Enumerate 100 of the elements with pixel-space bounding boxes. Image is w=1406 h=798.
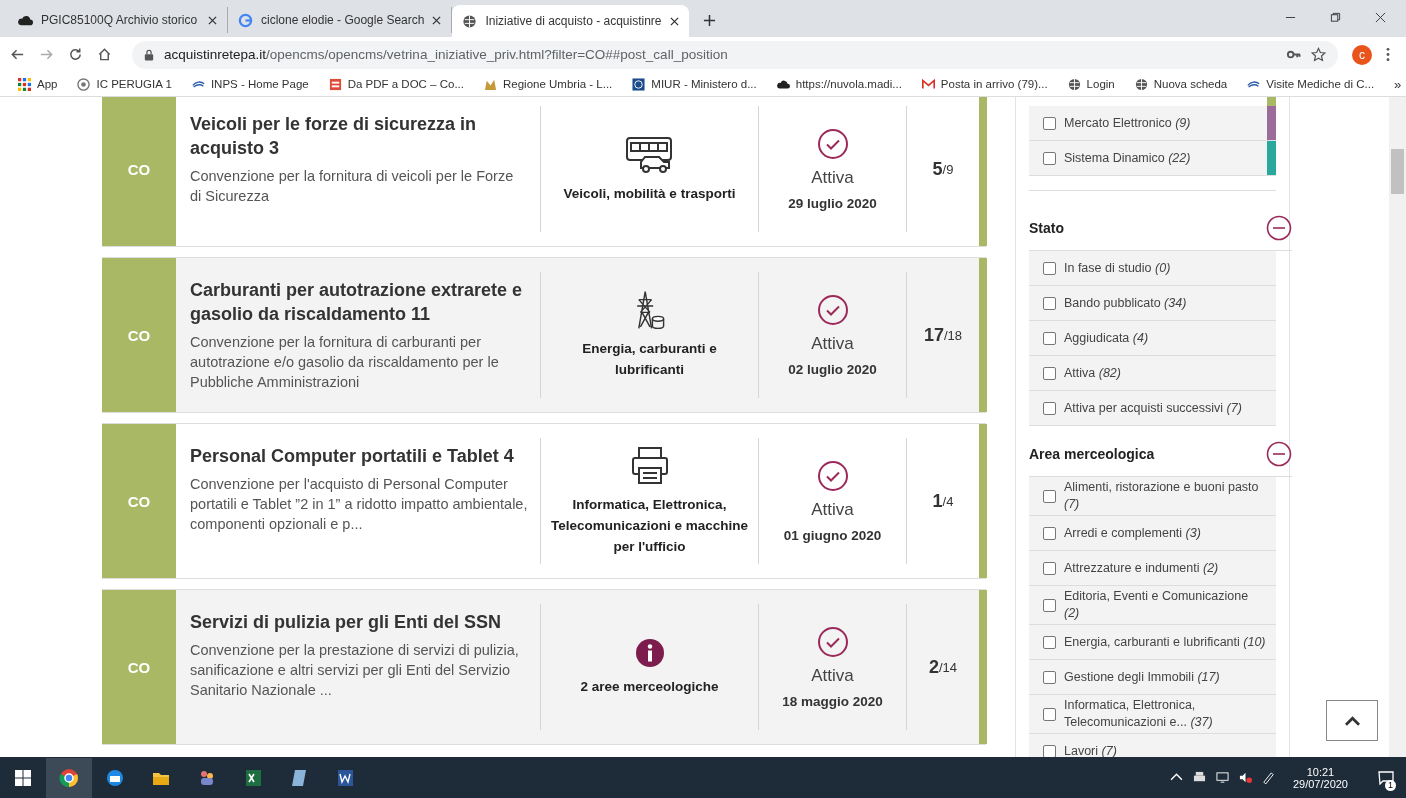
- type-badge: CO: [102, 424, 176, 578]
- globe-icon: [462, 13, 478, 29]
- bookmark-link[interactable]: https://nuvola.madi...: [776, 77, 902, 91]
- menu-icon[interactable]: [1386, 47, 1390, 62]
- close-icon[interactable]: [432, 15, 442, 25]
- filter-option[interactable]: Gestione degli Immobili (17): [1029, 660, 1276, 695]
- filter-option[interactable]: Informatica, Elettronica, Telecomunicazioni e... (37): [1029, 695, 1276, 734]
- collapse-icon[interactable]: [1266, 214, 1292, 241]
- filter-option[interactable]: Energia, carburanti e lubrificanti (10): [1029, 625, 1276, 660]
- initiative-card[interactable]: [102, 423, 986, 579]
- check-circle-icon: [816, 625, 849, 658]
- filter-option[interactable]: Mercato Elettronico (9): [1029, 106, 1276, 141]
- document-icon: [328, 77, 342, 91]
- initiative-description: Convenzione per la fornitura di carburanti per autotrazione e/o gasolio da riscaldamento per le Pubbliche Amministrazioni: [190, 333, 500, 392]
- filter-option[interactable]: Attiva (82): [1029, 356, 1276, 391]
- category-label: Energia, carburanti e lubrificanti: [581, 340, 718, 379]
- back-arrow-icon[interactable]: [10, 47, 25, 62]
- restore-icon[interactable]: [1330, 12, 1341, 23]
- filter-option[interactable]: Attrezzature e indumenti (2): [1029, 551, 1276, 586]
- more-bookmarks-button[interactable]: »: [1394, 76, 1402, 92]
- bookmark-link[interactable]: App: [18, 77, 58, 91]
- bookmark-link[interactable]: IC PERUGIA 1: [77, 77, 172, 91]
- initiative-card[interactable]: CO Veicoli per le forze di sicurezza in acquisto 3 Convenzione per la fornitura di veicoli per le Forze di Sicurezza Veicoli, mobilità e trasporti Attiva 29 luglio 2020 5/9: [102, 97, 986, 247]
- bookmark-link[interactable]: Posta in arrivo (79)...: [921, 77, 1048, 91]
- bookmark-link[interactable]: MIUR - Ministero d...: [632, 77, 757, 91]
- clock-date[interactable]: 29/07/2020: [1292, 777, 1348, 790]
- back-to-top-button[interactable]: [1326, 700, 1378, 741]
- clock-time[interactable]: 10:21: [1306, 765, 1335, 778]
- date-label: 29 luglio 2020: [788, 195, 877, 211]
- bookmark-link[interactable]: Login: [1067, 77, 1115, 91]
- checkbox[interactable]: [1043, 261, 1056, 275]
- new-tab-icon[interactable]: [702, 14, 716, 27]
- checkbox[interactable]: [1043, 526, 1056, 540]
- star-icon[interactable]: [1311, 47, 1326, 62]
- speaker-muted-icon[interactable]: [1238, 771, 1252, 784]
- bookmark-link[interactable]: Da PDF a DOC – Co...: [328, 77, 464, 91]
- checkbox[interactable]: [1043, 151, 1056, 165]
- initiative-title[interactable]: Personal Computer portatili e Tablet 4: [190, 444, 528, 468]
- checkbox[interactable]: [1043, 296, 1056, 310]
- notification-count: 1: [1385, 779, 1396, 791]
- reload-icon[interactable]: [68, 47, 83, 62]
- filter-option[interactable]: Attiva per acquisti successivi (7): [1029, 391, 1276, 426]
- close-icon[interactable]: [208, 15, 217, 25]
- collapse-icon[interactable]: [1266, 440, 1292, 467]
- type-badge: CO: [102, 97, 176, 246]
- checkbox[interactable]: [1043, 116, 1056, 130]
- browser-icon[interactable]: [46, 757, 92, 798]
- initiative-description: Convenzione per la fornitura di veicoli per le Forze di Sicurezza: [190, 167, 515, 206]
- filter-group-title: Stato: [1029, 219, 1064, 236]
- browser-tab[interactable]: Iniziative di acquisto - acquistinre: [452, 5, 689, 37]
- close-icon[interactable]: [1375, 12, 1386, 23]
- filter-option[interactable]: Bando pubblicato (34): [1029, 286, 1276, 321]
- globe-icon: [1134, 77, 1148, 91]
- pen-icon[interactable]: [1261, 771, 1275, 784]
- bookmark-link[interactable]: INPS - Home Page: [191, 77, 309, 91]
- filter-option[interactable]: Lavori (7): [1029, 734, 1276, 757]
- filter-option[interactable]: In fase di studio (0): [1029, 251, 1276, 286]
- initiative-title[interactable]: Servizi di pulizia per gli Enti del SSN: [190, 610, 528, 634]
- bookmark-link[interactable]: Nuova scheda: [1134, 77, 1228, 91]
- type-badge: CO: [102, 258, 176, 412]
- check-circle-icon: [816, 459, 849, 492]
- status-label: Attiva: [811, 167, 854, 188]
- category-label: Veicoli, mobilità e trasporti: [563, 184, 736, 203]
- browser-tab[interactable]: PGIC85100Q Archivio storico: [8, 7, 228, 33]
- bookmark-link[interactable]: Regione Umbria - L...: [484, 77, 613, 91]
- close-icon[interactable]: [669, 16, 679, 26]
- filter-option[interactable]: Editoria, Eventi e Comunicazione (2): [1029, 586, 1276, 625]
- initiative-title[interactable]: Veicoli per le forze di sicurezza in acquisto 3: [190, 112, 528, 160]
- checkbox[interactable]: [1043, 635, 1056, 649]
- initiative-card[interactable]: [102, 589, 986, 745]
- status-label: Attiva: [811, 333, 854, 354]
- seal-icon: [77, 77, 91, 91]
- checkbox[interactable]: [1043, 707, 1056, 721]
- checkbox[interactable]: [1043, 744, 1056, 757]
- initiative-title[interactable]: Carburanti per autotrazione extrarete e gasolio da riscaldamento 11: [190, 278, 528, 326]
- checkbox[interactable]: [1043, 366, 1056, 380]
- profile-avatar[interactable]: c: [1352, 44, 1372, 65]
- checkbox[interactable]: [1043, 561, 1056, 575]
- filter-option[interactable]: Arredi e complementi (3): [1029, 516, 1276, 551]
- date-label: 18 maggio 2020: [782, 693, 883, 709]
- category-label: Informatica, Elettronica, Telecomunicazioni e macchine per l'ufficio: [549, 495, 750, 556]
- globe-icon: [1067, 77, 1081, 91]
- network-icon[interactable]: [1215, 771, 1229, 784]
- checkbox[interactable]: [1043, 489, 1056, 503]
- printer-icon[interactable]: [1192, 771, 1206, 784]
- filter-option[interactable]: Aggiudicata (4): [1029, 321, 1276, 356]
- bookmark-link[interactable]: Visite Mediche di C...: [1247, 77, 1375, 91]
- initiative-description: Convenzione per la prestazione di servizi di pulizia, sanificazione e altri servizi per gli Enti del Servizio Sanitario Nazionale ...: [190, 641, 520, 700]
- mail-icon: [921, 77, 935, 91]
- filter-option[interactable]: Alimenti, ristorazione e buoni pasto (7): [1029, 477, 1276, 516]
- address-field[interactable]: acquistinretepa.it/opencms/opencms/vetrina_iniziative_priv.html?filter=CO##post_call_position: [132, 40, 1338, 69]
- home-icon[interactable]: [97, 47, 112, 62]
- filter-option[interactable]: Sistema Dinamico (22): [1029, 141, 1276, 176]
- scrollbar[interactable]: [1389, 97, 1406, 757]
- checkbox[interactable]: [1043, 598, 1056, 612]
- checkbox[interactable]: [1043, 401, 1056, 415]
- initiative-card[interactable]: [102, 257, 986, 413]
- checkbox[interactable]: [1043, 331, 1056, 345]
- checkbox[interactable]: [1043, 670, 1056, 684]
- chevron-up-icon: [1344, 715, 1360, 726]
